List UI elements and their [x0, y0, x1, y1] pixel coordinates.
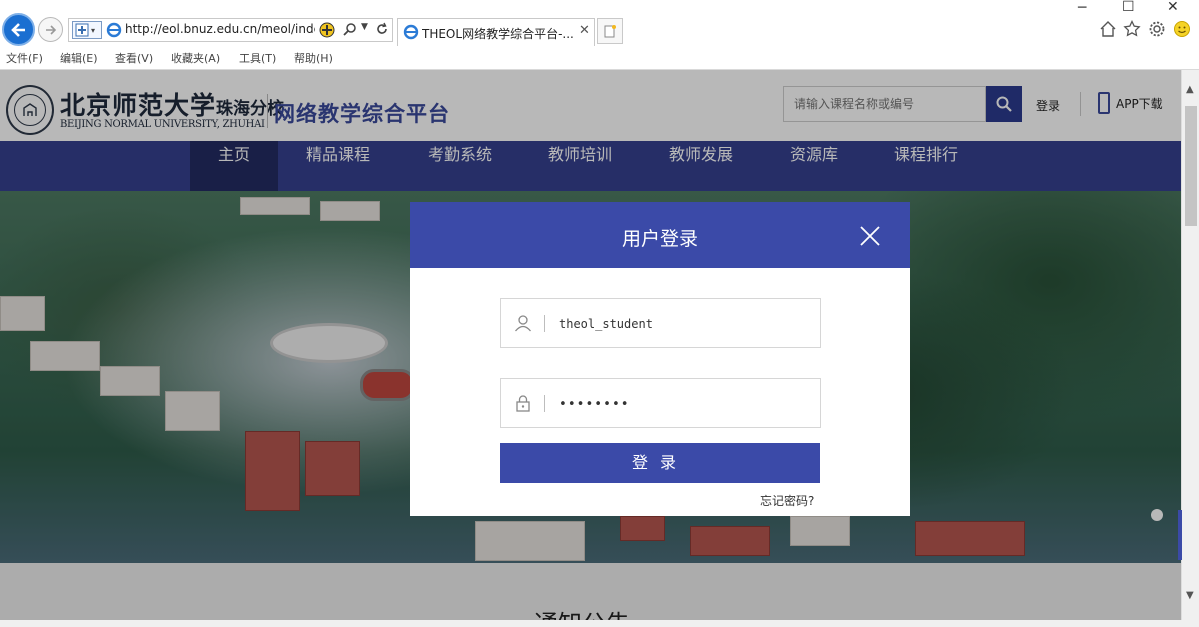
close-window-icon[interactable]: ✕	[1167, 0, 1179, 15]
arrow-left-icon	[10, 22, 25, 37]
new-tab-icon	[604, 25, 616, 38]
tab-title: THEOL网络教学综合平台-...	[422, 27, 574, 41]
vertical-scrollbar[interactable]: ▲ ▼	[1178, 70, 1199, 627]
menu-file[interactable]: 文件(F)	[6, 50, 43, 66]
browser-tab[interactable]: THEOL网络教学综合平台-... ✕	[397, 18, 595, 46]
compatibility-icon[interactable]	[319, 22, 335, 38]
menu-tools[interactable]: 工具(T)	[239, 50, 276, 66]
close-icon[interactable]: ✕	[579, 23, 590, 38]
menu-favorites[interactable]: 收藏夹(A)	[171, 50, 220, 66]
forward-button[interactable]	[38, 17, 63, 42]
field-divider	[544, 395, 545, 412]
site-info-button[interactable]: ▾	[72, 21, 102, 39]
smiley-icon[interactable]	[1173, 20, 1191, 38]
menu-bar: 文件(F) 编辑(E) 查看(V) 收藏夹(A) 工具(T) 帮助(H)	[0, 48, 1199, 68]
scroll-down-icon[interactable]: ▼	[1186, 590, 1194, 601]
chevron-down-icon: ▾	[91, 25, 96, 35]
menu-view[interactable]: 查看(V)	[115, 50, 153, 66]
login-modal-header: 用户登录	[410, 202, 910, 268]
password-input[interactable]	[559, 391, 809, 417]
search-icon[interactable]	[343, 22, 357, 36]
menu-help[interactable]: 帮助(H)	[294, 50, 333, 66]
new-tab-button[interactable]	[597, 18, 623, 44]
ie-page-icon	[403, 24, 419, 40]
lock-icon	[516, 395, 530, 412]
home-icon[interactable]	[1099, 20, 1117, 38]
login-modal: 用户登录 登录 忘记密码?	[410, 202, 910, 516]
side-tab-edge	[1178, 510, 1182, 560]
address-bar[interactable]: ▾ http://eol.bnuz.edu.cn/meol/inde ▼	[68, 18, 393, 42]
url-text[interactable]: http://eol.bnuz.edu.cn/meol/inde	[125, 22, 315, 36]
forgot-password-link[interactable]: 忘记密码?	[760, 492, 814, 509]
gear-icon[interactable]	[1148, 20, 1166, 38]
login-modal-title: 用户登录	[621, 228, 698, 250]
username-field[interactable]	[500, 298, 821, 348]
refresh-icon[interactable]	[375, 22, 389, 36]
back-button[interactable]	[2, 13, 35, 46]
arrow-right-icon	[45, 24, 56, 35]
user-icon	[515, 315, 531, 332]
field-divider	[544, 315, 545, 332]
star-icon[interactable]	[1123, 20, 1141, 38]
page: 北京师范大学珠海分校 BEIJING NORMAL UNIVERSITY, ZH…	[0, 70, 1181, 627]
minimize-icon[interactable]: ─	[1078, 0, 1086, 16]
maximize-icon[interactable]: ☐	[1122, 0, 1135, 15]
close-icon[interactable]	[858, 224, 882, 248]
username-input[interactable]	[559, 311, 809, 337]
add-favorite-icon	[75, 23, 89, 37]
menu-edit[interactable]: 编辑(E)	[60, 50, 98, 66]
ie-page-icon	[106, 22, 122, 38]
status-strip	[0, 620, 1199, 627]
password-field[interactable]	[500, 378, 821, 428]
chevron-down-icon[interactable]: ▼	[361, 22, 368, 32]
scrollbar-thumb[interactable]	[1185, 106, 1197, 226]
login-submit-button[interactable]: 登录	[500, 443, 820, 483]
scroll-up-icon[interactable]: ▲	[1186, 84, 1194, 95]
